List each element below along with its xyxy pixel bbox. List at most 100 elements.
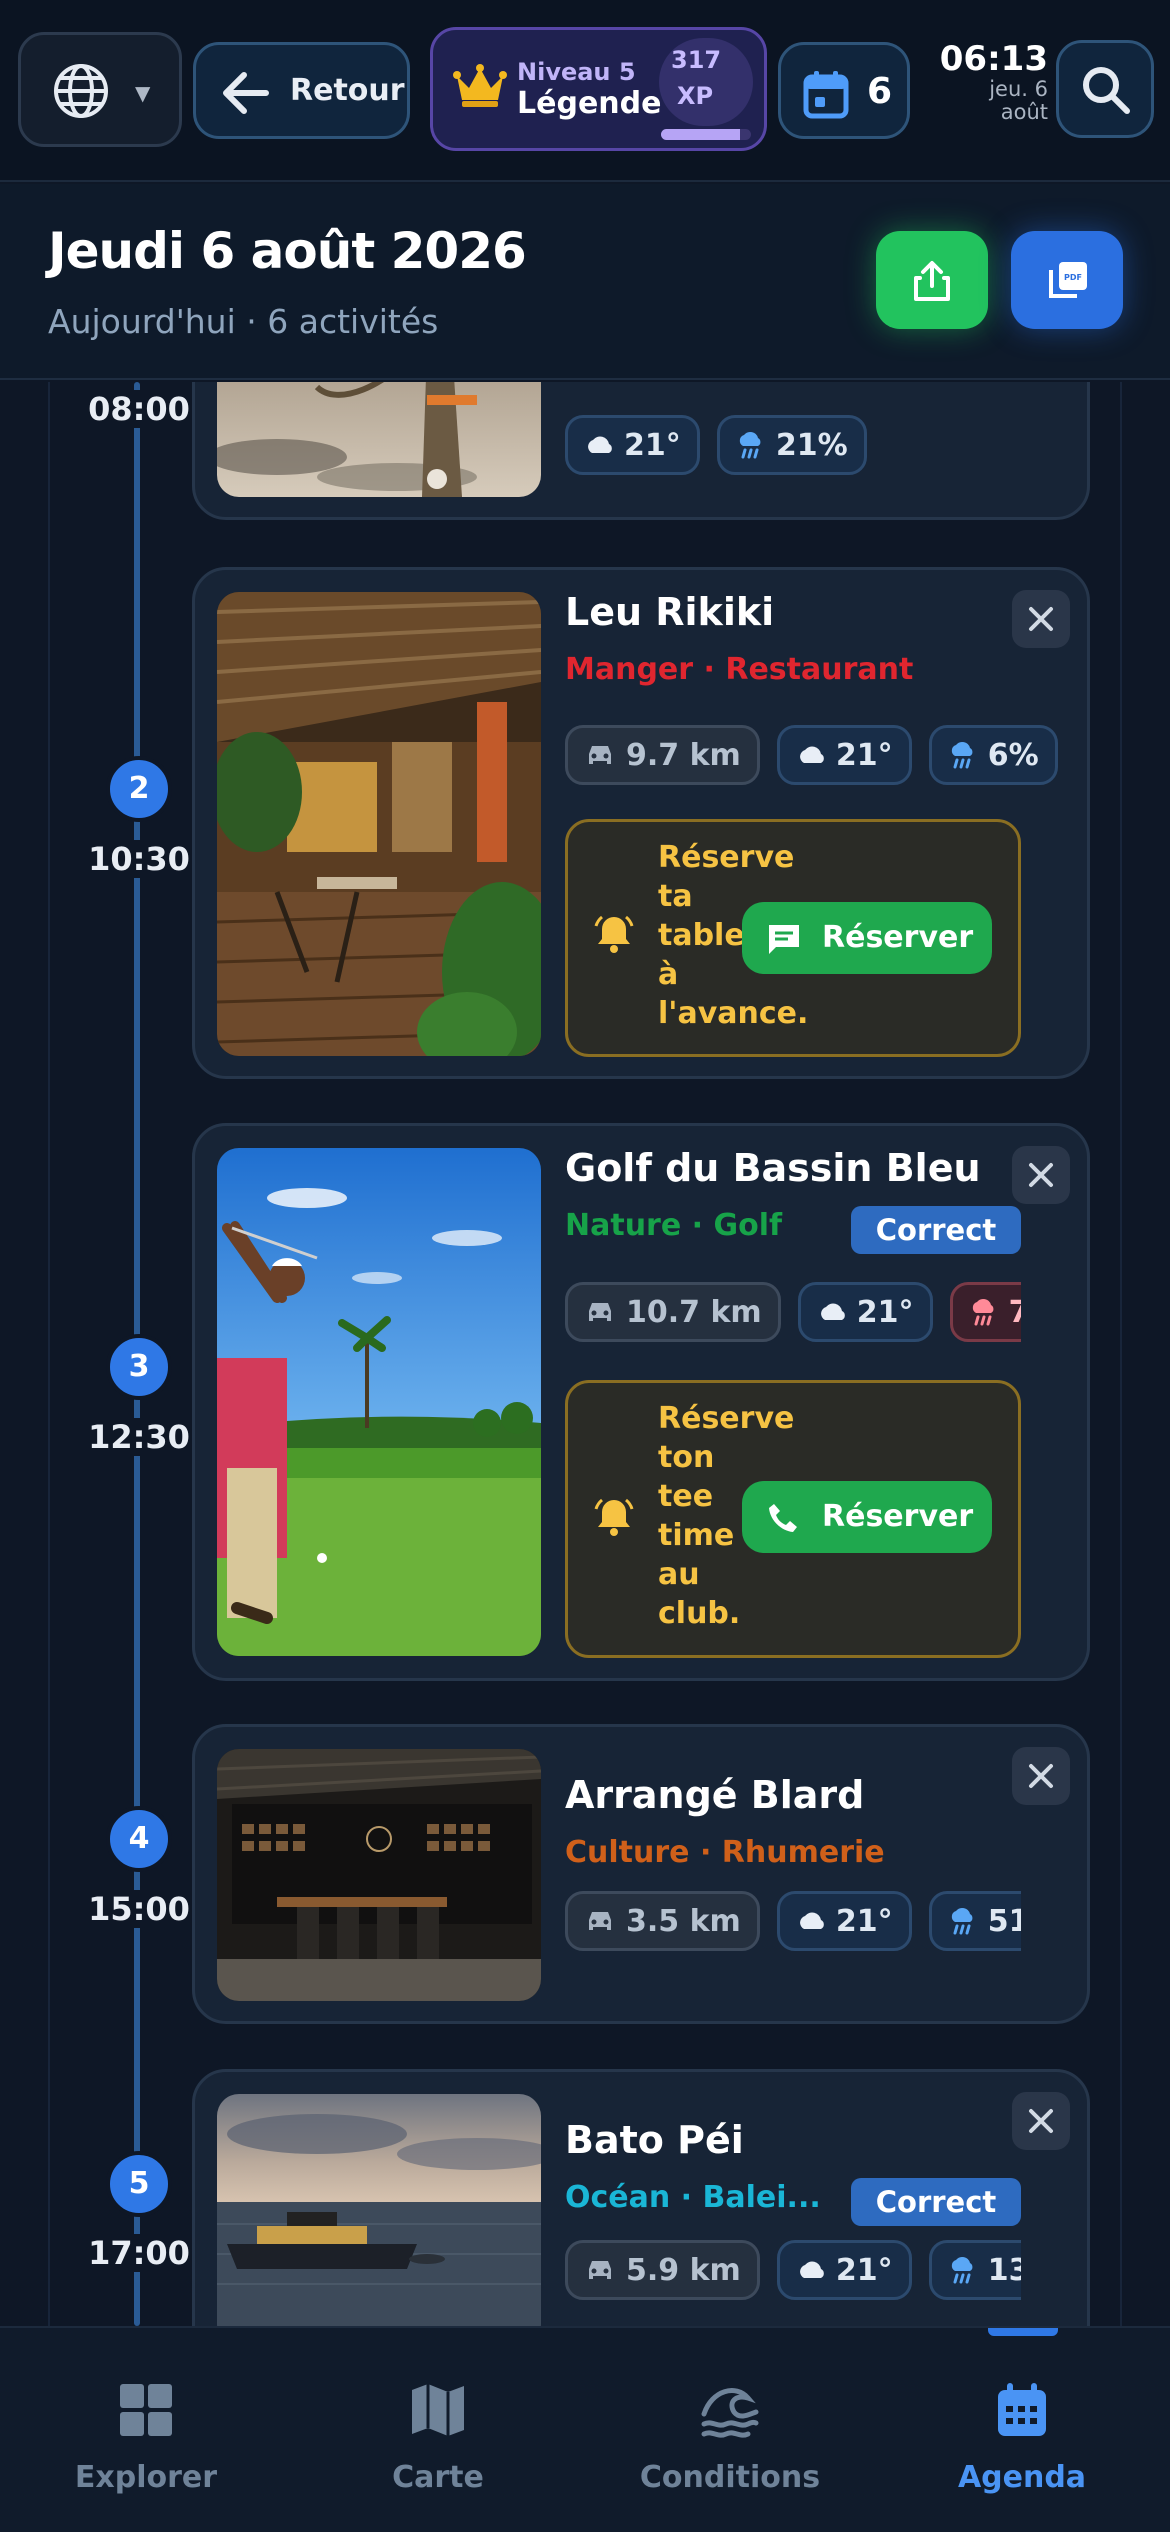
activity-photo — [217, 1749, 541, 2001]
remove-activity-button[interactable] — [1012, 1747, 1070, 1805]
car-icon — [589, 1303, 611, 1321]
distance-value: 10.7 km — [626, 1294, 762, 1330]
cloud-icon — [799, 746, 824, 763]
day-subtitle: Aujourd'hui · 6 activités — [48, 302, 439, 341]
activity-name: Bato Péi — [565, 2118, 744, 2162]
bell-icon — [592, 1495, 636, 1539]
car-icon — [589, 2261, 611, 2279]
language-button[interactable]: ▼ — [18, 32, 182, 147]
bell-icon — [592, 912, 636, 956]
remove-activity-button[interactable] — [1012, 2092, 1070, 2150]
temperature-chip: 21° — [797, 1282, 933, 1342]
distance-value: 5.9 km — [626, 2252, 741, 2288]
day-title: Jeudi 6 août 2026 — [48, 222, 527, 280]
timeline-time: 12:30 — [80, 1418, 198, 1456]
distance-value: 9.7 km — [626, 737, 741, 773]
activity-card[interactable]: Leu Rikiki Manger · Restaurant 9.7 km 21… — [192, 567, 1090, 1079]
search-button[interactable] — [1056, 40, 1154, 138]
reminder-text: Réserve ta table à l'avance. — [658, 840, 809, 1031]
timeline-time: 17:00 — [80, 2234, 198, 2272]
reserve-button[interactable]: Réserver — [742, 1481, 992, 1553]
rain-value: 51% — [987, 1903, 1021, 1939]
bottom-navigation: Explorer Carte Conditions Agenda — [0, 2326, 1170, 2532]
timeline-node: 5 — [106, 2151, 172, 2217]
map-icon — [408, 2380, 468, 2440]
activity-category: Culture · Rhumerie — [565, 1835, 885, 1870]
car-icon — [589, 746, 611, 764]
close-icon — [1029, 2109, 1053, 2133]
agenda-timeline[interactable]: 08:00 21° 21% 2 10:30 Leu Rikiki Manger … — [0, 382, 1170, 2326]
nav-explorer[interactable]: Explorer — [46, 2380, 246, 2495]
distance-chip: 10.7 km — [565, 1282, 781, 1342]
temperature-value: 21° — [856, 1294, 914, 1330]
rain-icon — [951, 2256, 973, 2284]
rain-chip: 51% — [928, 1891, 1021, 1951]
rain-chip: 21% — [716, 415, 867, 475]
reservation-reminder: Réserve ta table à l'avance. Réserver — [565, 819, 1021, 1057]
top-bar: ▼ Retour Niveau 5 Légende 317 XP 6 06:13… — [0, 0, 1170, 182]
calendar-count: 6 — [867, 71, 893, 112]
calendar-button[interactable]: 6 — [778, 42, 910, 139]
temperature-value: 21° — [624, 427, 681, 463]
reserve-label: Réserver — [822, 1499, 974, 1534]
day-header: Jeudi 6 août 2026 Aujourd'hui · 6 activi… — [0, 184, 1170, 380]
remove-activity-button[interactable] — [1012, 590, 1070, 648]
nav-label: Conditions — [639, 2460, 821, 2495]
clock-time: 06:13 — [939, 39, 1048, 79]
back-label: Retour — [290, 73, 405, 108]
remove-activity-button[interactable] — [1012, 1146, 1070, 1204]
globe-icon — [51, 61, 111, 121]
temperature-value: 21° — [835, 2252, 893, 2288]
nav-conditions[interactable]: Conditions — [630, 2380, 830, 2495]
temperature-chip: 21° — [776, 725, 912, 785]
activity-photo — [217, 2094, 541, 2326]
rain-value: 75% — [1008, 1294, 1021, 1330]
activity-name: Golf du Bassin Bleu — [565, 1146, 981, 1190]
share-icon — [912, 260, 952, 302]
reservation-reminder: Réserve ton tee time au club. Réserver — [565, 1380, 1021, 1658]
rain-value: 13% — [987, 2252, 1021, 2288]
nav-carte[interactable]: Carte — [338, 2380, 538, 2495]
activity-card[interactable]: Bato Péi Océan · Balei... Correct 5.9 km… — [192, 2069, 1090, 2326]
activity-name: Arrangé Blard — [565, 1773, 865, 1817]
timeline-time: 10:30 — [80, 840, 198, 878]
timeline-time: 08:00 — [80, 390, 198, 428]
nav-agenda[interactable]: Agenda — [922, 2380, 1122, 2495]
reserve-button[interactable]: Réserver — [742, 902, 992, 974]
timeline-border-left — [48, 382, 50, 2326]
activity-card[interactable]: Golf du Bassin Bleu Nature · Golf Correc… — [192, 1123, 1090, 1681]
activity-card[interactable]: 21° 21% — [192, 382, 1090, 520]
phone-icon — [769, 1504, 797, 1532]
back-button[interactable]: Retour — [193, 42, 410, 139]
level-badge[interactable]: Niveau 5 Légende 317 XP — [430, 27, 767, 151]
activity-card[interactable]: Arrangé Blard Culture · Rhumerie 3.5 km … — [192, 1724, 1090, 2024]
activity-info-chips: 21° 21% — [565, 415, 879, 475]
timeline-border-right — [1120, 382, 1122, 2326]
activity-info-chips: 3.5 km 21° 51% — [565, 1891, 1021, 1951]
rain-chip: 75% — [949, 1282, 1021, 1342]
activity-name: Leu Rikiki — [565, 590, 775, 634]
nav-label: Agenda — [957, 2460, 1087, 2495]
rain-value: 6% — [987, 737, 1039, 773]
cloud-icon — [799, 1912, 824, 1929]
activity-photo — [217, 592, 541, 1056]
wave-icon — [700, 2380, 760, 2440]
timeline-node: 3 — [106, 1334, 172, 1400]
nav-label: Carte — [392, 2460, 484, 2495]
close-icon — [1029, 607, 1053, 631]
activity-info-chips: 5.9 km 21° 13% — [565, 2240, 1021, 2300]
nav-label: Explorer — [74, 2460, 218, 2495]
share-button[interactable] — [876, 231, 988, 329]
activity-category: Nature · Golf — [565, 1208, 783, 1243]
distance-chip: 5.9 km — [565, 2240, 760, 2300]
rain-value: 21% — [775, 427, 848, 463]
xp-value: 317 — [671, 46, 722, 74]
cloud-icon — [799, 2261, 824, 2278]
clock: 06:13 jeu. 6 août — [930, 40, 1048, 124]
activity-info-chips: 9.7 km 21° 6% — [565, 725, 1070, 785]
level-label: Niveau 5 — [517, 58, 636, 86]
distance-chip: 9.7 km — [565, 725, 760, 785]
activity-category: Manger · Restaurant — [565, 652, 914, 687]
pdf-export-button[interactable]: PDF — [1011, 231, 1123, 329]
clock-date-day: jeu. 6 — [989, 77, 1048, 101]
